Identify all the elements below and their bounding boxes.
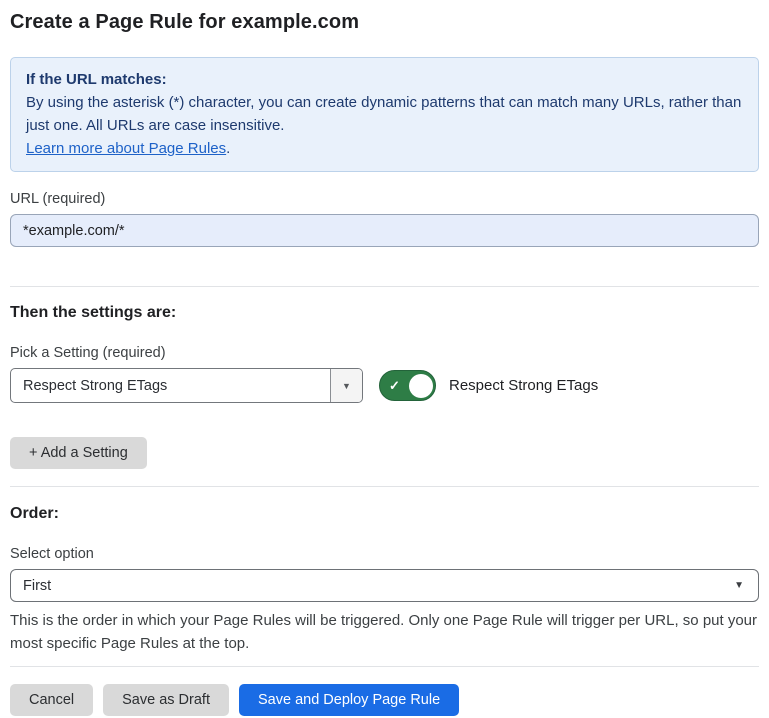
- page-rule-form: Create a Page Rule for example.com If th…: [0, 0, 769, 716]
- link-suffix: .: [226, 140, 230, 157]
- info-box-heading: If the URL matches:: [26, 68, 743, 91]
- footer-actions: Cancel Save as Draft Save and Deploy Pag…: [10, 684, 759, 716]
- add-setting-button[interactable]: + Add a Setting: [10, 437, 147, 469]
- save-deploy-button[interactable]: Save and Deploy Page Rule: [239, 684, 459, 716]
- order-select-label: Select option: [10, 546, 759, 562]
- info-box-link-line: Learn more about Page Rules.: [26, 137, 743, 160]
- order-select-value: First: [23, 578, 734, 594]
- learn-more-link[interactable]: Learn more about Page Rules: [26, 140, 226, 157]
- url-field-label: URL (required): [10, 191, 759, 207]
- pick-setting-label: Pick a Setting (required): [10, 345, 759, 361]
- url-input[interactable]: [10, 214, 759, 247]
- order-select[interactable]: First ▼: [10, 569, 759, 602]
- setting-select-value: Respect Strong ETags: [11, 369, 330, 402]
- divider: [10, 286, 759, 287]
- toggle-label: Respect Strong ETags: [449, 377, 598, 394]
- url-matches-info-box: If the URL matches: By using the asteris…: [10, 57, 759, 172]
- settings-section-heading: Then the settings are:: [10, 304, 759, 322]
- setting-select[interactable]: Respect Strong ETags ▼: [10, 368, 363, 403]
- order-section-heading: Order:: [10, 505, 759, 523]
- order-help-text: This is the order in which your Page Rul…: [10, 609, 759, 655]
- toggle-knob: [409, 374, 433, 398]
- cancel-button[interactable]: Cancel: [10, 684, 93, 716]
- chevron-down-icon[interactable]: ▼: [330, 369, 362, 402]
- divider: [10, 666, 759, 667]
- divider: [10, 486, 759, 487]
- page-title: Create a Page Rule for example.com: [10, 11, 759, 34]
- info-box-body: By using the asterisk (*) character, you…: [26, 91, 743, 137]
- setting-row: Respect Strong ETags ▼ ✓ Respect Strong …: [10, 368, 759, 403]
- save-draft-button[interactable]: Save as Draft: [103, 684, 229, 716]
- setting-toggle[interactable]: ✓: [379, 370, 436, 401]
- check-icon: ✓: [389, 378, 400, 394]
- chevron-down-icon: ▼: [734, 580, 744, 591]
